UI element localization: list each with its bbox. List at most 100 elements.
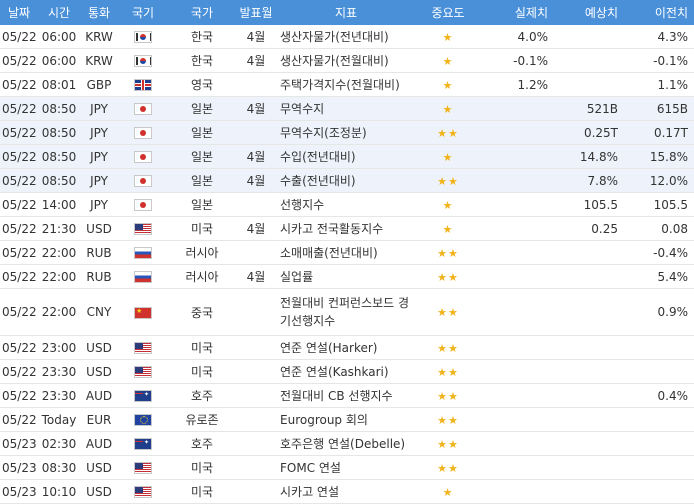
forecast-cell: 7.8% [554,168,624,193]
header-indicator[interactable]: 지표 [276,0,416,25]
importance-stars: ★★ [416,335,480,360]
flag-cell [118,192,168,217]
header-previous[interactable]: 이전치 [624,0,694,25]
time-cell: 08:50 [38,144,80,169]
table-row[interactable]: 05/22 06:00 KRW 한국 4월 생산자물가(전월대비) ★ -0.1% -0.1% [0,48,694,73]
date-cell: 05/22 [0,25,38,49]
date-cell: 05/22 [0,48,38,73]
period-cell [236,479,276,504]
indicator-cell: Eurogroup 회의 [276,407,416,432]
header-currency[interactable]: 통화 [80,0,118,25]
header-actual[interactable]: 실제치 [480,0,554,25]
table-row[interactable]: 05/22 06:00 KRW 한국 4월 생산자물가(전년대비) ★ 4.0% 4.3% [0,25,694,49]
previous-cell: -0.4% [624,240,694,265]
period-cell: 4월 [236,144,276,169]
table-row[interactable]: 05/22 23:00 USD 미국 연준 연설(Harker) ★★ [0,335,694,360]
table-row[interactable]: 05/22 14:00 JPY 일본 선행지수 ★ 105.5 105.5 [0,192,694,217]
date-cell: 05/22 [0,144,38,169]
previous-cell [624,479,694,504]
header-date[interactable]: 날짜 [0,0,38,25]
country-cell: 미국 [168,216,236,241]
country-cell: 일본 [168,120,236,145]
indicator-cell: 시카고 연설 [276,479,416,504]
previous-cell [624,335,694,360]
table-row[interactable]: 05/2223:30AUD 호주 전월대비 CB 선행지수 ★★ 0.4% [0,383,694,408]
importance-star-icon: ★★ [437,126,459,140]
indicator-cell: 실업률 [276,264,416,289]
table-row[interactable]: 05/22 08:50 JPY 일본 4월 무역수지 ★ 521B 615B [0,96,694,121]
table-row[interactable]: 05/22 23:30 USD 미국 연준 연설(Kashkari) ★★ [0,359,694,384]
period-cell [236,455,276,480]
date-cell: 05/23 [0,431,38,456]
previous-cell: 105.5 [624,192,694,217]
importance-stars: ★★ [416,240,480,265]
previous-cell [624,407,694,432]
flag-us-icon [134,462,152,474]
currency-cell: JPY [80,192,118,217]
flag-au-icon [134,438,152,450]
date-cell: 05/22 [0,335,38,360]
currency-cell: KRW [80,48,118,73]
table-row[interactable]: 05/22 Today EUR 유로존 Eurogroup 회의 ★★ [0,407,694,432]
importance-stars: ★ [416,96,480,121]
previous-cell: 0.9% [624,288,694,336]
period-cell: 4월 [236,264,276,289]
currency-cell: USD [80,479,118,504]
date-cell: 05/22 [0,72,38,97]
forecast-cell [554,383,624,408]
currency-cell: GBP [80,72,118,97]
table-row[interactable]: 05/22 08:01 GBP 영국 주택가격지수(전월대비) ★ 1.2% 1.1% [0,72,694,97]
forecast-cell [554,407,624,432]
header-period[interactable]: 발표월 [236,0,276,25]
header-time[interactable]: 시간 [38,0,80,25]
currency-cell: JPY [80,144,118,169]
flag-au-icon [134,390,152,402]
currency-cell: RUB [80,264,118,289]
flag-kr-icon [134,55,152,67]
indicator-cell: 수입(전년대비) [276,144,416,169]
period-cell [236,407,276,432]
table-row[interactable]: 05/2302:30AUD 호주 호주은행 연설(Debelle) ★★ [0,431,694,456]
table-row[interactable]: 05/23 10:10 USD 미국 시카고 연설 ★ [0,479,694,504]
header-country[interactable]: 국가 [168,0,236,25]
table-row[interactable]: 05/22 21:30 USD 미국 4월 시카고 전국활동지수 ★ 0.25 0.08 [0,216,694,241]
country-cell: 일본 [168,96,236,121]
forecast-cell: 0.25 [554,216,624,241]
actual-cell [480,431,554,456]
currency-cell: USD [80,335,118,360]
flag-cell [118,407,168,432]
importance-stars: ★★ [416,120,480,145]
importance-star-icon: ★★ [437,461,459,475]
table-row[interactable]: 05/2222:00CNY 중국 전월대비 컨퍼런스보드 경기선행지수 ★★ 0.9% [0,288,694,336]
date-cell: 05/22 [0,96,38,121]
importance-star-icon: ★★ [437,437,459,451]
table-row[interactable]: 05/22 08:50 JPY 일본 무역수지(조정분) ★★ 0.25T 0.17T [0,120,694,145]
forecast-cell [554,48,624,73]
importance-stars: ★ [416,72,480,97]
date-cell: 05/22 [0,383,38,408]
table-row[interactable]: 05/22 08:50 JPY 일본 4월 수입(전년대비) ★ 14.8% 15.8% [0,144,694,169]
header-importance[interactable]: 중요도 [416,0,480,25]
forecast-cell [554,359,624,384]
country-cell: 한국 [168,48,236,73]
actual-cell [480,288,554,336]
importance-star-icon: ★ [442,222,454,236]
table-row[interactable]: 05/22 22:00 RUB 러시아 소매매출(전년대비) ★★ -0.4% [0,240,694,265]
importance-stars: ★★ [416,288,480,336]
date-cell: 05/22 [0,192,38,217]
table-row[interactable]: 05/23 08:30 USD 미국 FOMC 연설 ★★ [0,455,694,480]
flag-cell [118,335,168,360]
table-row[interactable]: 05/22 08:50 JPY 일본 4월 수출(전년대비) ★★ 7.8% 12.0% [0,168,694,193]
table-row[interactable]: 05/22 22:00 RUB 러시아 4월 실업률 ★★ 5.4% [0,264,694,289]
indicator-cell: 생산자물가(전월대비) [276,48,416,73]
forecast-cell: 521B [554,96,624,121]
flag-cell [118,264,168,289]
period-cell [236,192,276,217]
previous-cell: 15.8% [624,144,694,169]
header-forecast[interactable]: 예상치 [554,0,624,25]
flag-cell [118,431,168,456]
importance-star-icon: ★ [442,102,454,116]
period-cell: 4월 [236,216,276,241]
actual-cell [480,168,554,193]
header-flag[interactable]: 국기 [118,0,168,25]
